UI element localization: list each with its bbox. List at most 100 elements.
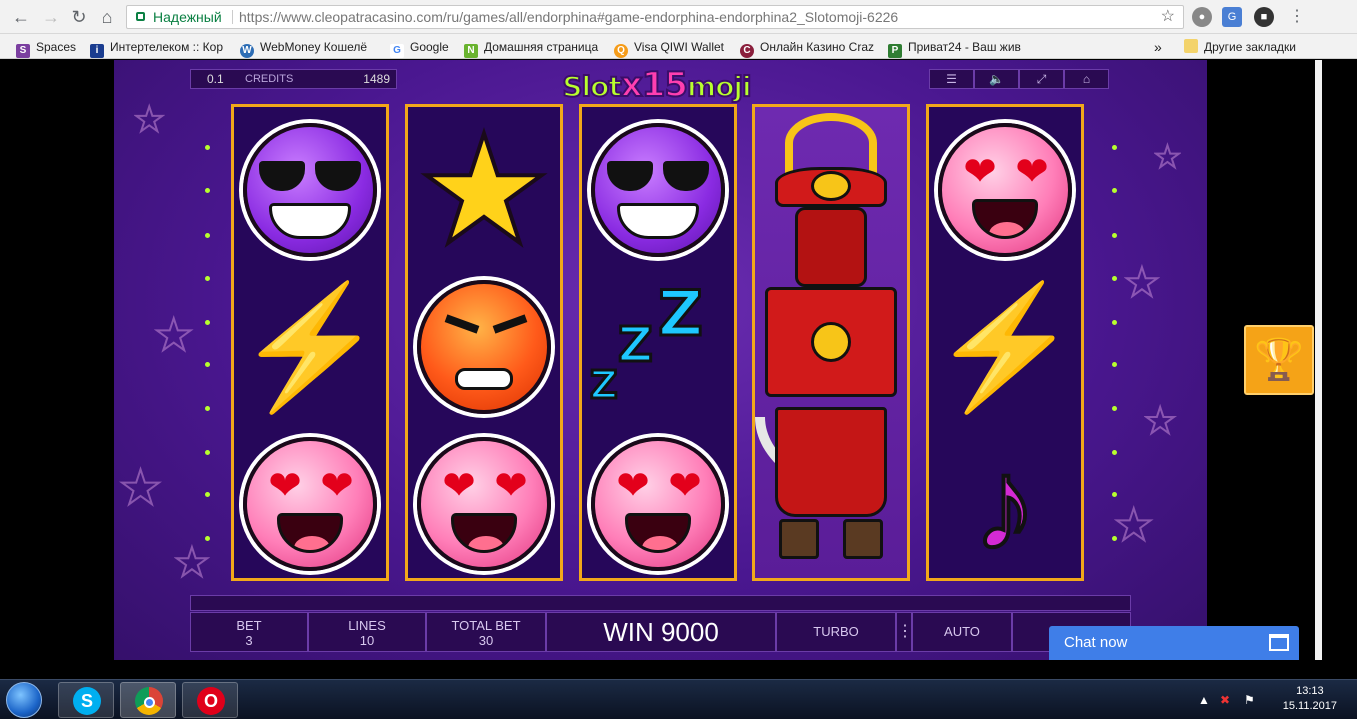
bet-label: BET — [236, 618, 262, 633]
start-button[interactable] — [6, 682, 42, 718]
home-nav-icon[interactable]: ⌂ — [96, 6, 118, 28]
bookmark-intertelecom[interactable]: i Интертелеком :: Кор — [90, 38, 223, 58]
auto-button[interactable]: AUTO — [912, 612, 1012, 652]
cool-emoji-symbol — [234, 111, 386, 268]
taskbar-opera[interactable]: O — [182, 682, 238, 718]
other-bookmarks-folder[interactable]: Другие закладки — [1184, 38, 1296, 56]
heart-eyes-face-icon: ❤ ❤ — [243, 436, 377, 571]
chat-now-button[interactable]: Chat now — [1049, 626, 1299, 660]
payline-marker — [205, 450, 210, 455]
bookmark-star-icon[interactable]: ☆ — [1161, 6, 1175, 28]
reel-4 — [752, 104, 910, 581]
total-bet-value: 30 — [478, 633, 494, 648]
intertelecom-icon: i — [90, 44, 104, 58]
payline-marker — [205, 276, 210, 281]
secure-label: Надежный — [153, 9, 222, 25]
fullscreen-icon[interactable]: ⤢ — [1019, 69, 1064, 89]
folder-icon — [1184, 39, 1198, 53]
bookmark-label: WebMoney Кошелё — [260, 40, 368, 54]
qiwi-icon: Q — [614, 44, 628, 58]
lock-icon — [136, 12, 145, 21]
payline-marker — [1112, 362, 1117, 367]
spaces-icon: S — [16, 44, 30, 58]
samurai-mask-icon — [795, 207, 867, 287]
bookmark-label: Spaces — [36, 40, 77, 54]
clock-date: 15.11.2017 — [1282, 700, 1337, 712]
menu-dots-icon[interactable]: ⋮ — [1286, 6, 1308, 28]
logo-text-right: moji — [686, 69, 753, 104]
page-scrollbar[interactable] — [1315, 60, 1322, 660]
home-icon[interactable]: ⌂ — [1064, 69, 1109, 89]
heart-eyes-face-icon: ❤ ❤ — [591, 436, 725, 571]
bookmark-qiwi[interactable]: Q Visa QIWI Wallet — [614, 38, 724, 58]
url-text[interactable]: https://www.cleopatracasino.com/ru/games… — [239, 6, 898, 28]
cool-emoji-symbol — [582, 111, 734, 268]
bookmark-google[interactable]: G Google — [390, 38, 449, 58]
lines-value: 10 — [359, 633, 375, 648]
bookmark-label: Домашняя страница — [484, 40, 599, 54]
menu-icon[interactable]: ☰ — [929, 69, 974, 89]
chrome-icon — [135, 687, 163, 715]
heart-eyes-symbol: ❤ ❤ — [234, 425, 386, 578]
total-bet-label: TOTAL BET — [451, 618, 521, 633]
google-icon: G — [390, 44, 404, 58]
turbo-button[interactable]: TURBO — [776, 612, 896, 652]
background-star-icon: ★ — [173, 540, 211, 586]
globe-extension-icon[interactable]: ● — [1192, 7, 1212, 27]
bookmark-privat24[interactable]: P Приват24 - Ваш жив — [888, 38, 1021, 58]
back-icon[interactable]: ← — [10, 6, 32, 28]
address-bar[interactable]: Надежный https://www.cleopatracasino.com… — [126, 5, 1184, 29]
reel-1: ⚡ ❤ ❤ — [231, 104, 389, 581]
credits-bar: 0.1 CREDITS 1489 — [190, 69, 397, 89]
line-bet-value: 0.1 — [207, 72, 224, 86]
heart-eyes-symbol: ❤ ❤ — [582, 425, 734, 578]
taskbar-skype[interactable]: S — [58, 682, 114, 718]
more-options-icon[interactable]: ⋮ — [896, 612, 913, 652]
tray-arrow-icon[interactable]: ▲ — [1198, 693, 1210, 707]
reload-icon[interactable]: ↻ — [68, 6, 90, 28]
bookmark-spaces[interactable]: S Spaces — [16, 38, 77, 58]
trophy-icon[interactable]: 🏆 — [1244, 325, 1314, 395]
chat-window-icon[interactable] — [1269, 634, 1289, 651]
network-icon[interactable]: ✖ — [1220, 693, 1230, 707]
payline-marker — [1112, 492, 1117, 497]
lines-control[interactable]: LINES 10 — [308, 612, 426, 652]
forward-icon[interactable]: → — [40, 6, 62, 28]
logo-text-left: Slot — [561, 69, 622, 104]
payline-marker — [205, 406, 210, 411]
logo-text-multiplier: x15 — [620, 64, 689, 106]
bookmark-label: Онлайн Казино Craz — [760, 40, 875, 54]
total-bet-display: TOTAL BET 30 — [426, 612, 546, 652]
lightning-symbol: ⚡ — [929, 268, 1081, 425]
casino-icon: C — [740, 44, 754, 58]
heart-eyes-symbol: ❤ ❤ — [408, 425, 560, 578]
payline-marker — [1112, 406, 1117, 411]
incognito-extension-icon[interactable]: ■ — [1254, 7, 1274, 27]
page-viewport: ★ ★ ★ ★ ★ ★ ★ ★ 0.1 CREDITS 1489 Slotx15… — [6, 60, 1315, 660]
chat-now-label: Chat now — [1064, 634, 1128, 651]
sleep-symbol: Z Z Z — [582, 268, 734, 425]
payline-marker — [1112, 276, 1117, 281]
other-bookmarks-label: Другие закладки — [1204, 40, 1296, 54]
clock[interactable]: 13:13 15.11.2017 — [1283, 684, 1337, 714]
background-star-icon: ★ — [1123, 260, 1161, 306]
helmet-crest-icon — [785, 113, 877, 173]
payline-marker — [205, 188, 210, 193]
more-bookmarks-button[interactable]: » — [1154, 38, 1162, 56]
sound-icon[interactable]: 🔈 — [974, 69, 1019, 89]
bookmark-webmoney[interactable]: W WebMoney Кошелё — [240, 38, 368, 58]
bookmark-home-page[interactable]: N Домашняя страница — [464, 38, 599, 58]
bookmark-casino[interactable]: C Онлайн Казино Craz — [740, 38, 875, 58]
homepage-icon: N — [464, 44, 478, 58]
star-icon: ★ — [415, 105, 553, 274]
action-center-icon[interactable]: ⚑ — [1244, 693, 1255, 707]
taskbar-chrome[interactable] — [120, 682, 176, 718]
angry-emoji-symbol — [408, 268, 560, 425]
sunglasses-face-icon — [591, 122, 725, 257]
sunglasses-face-icon — [243, 122, 377, 257]
slot-game-area[interactable]: ★ ★ ★ ★ ★ ★ ★ ★ 0.1 CREDITS 1489 Slotx15… — [114, 60, 1207, 660]
bet-control[interactable]: BET 3 — [190, 612, 308, 652]
translate-extension-icon[interactable]: G — [1222, 7, 1242, 27]
background-star-icon: ★ — [1113, 500, 1154, 551]
win-display: WIN 9000 — [546, 612, 776, 652]
